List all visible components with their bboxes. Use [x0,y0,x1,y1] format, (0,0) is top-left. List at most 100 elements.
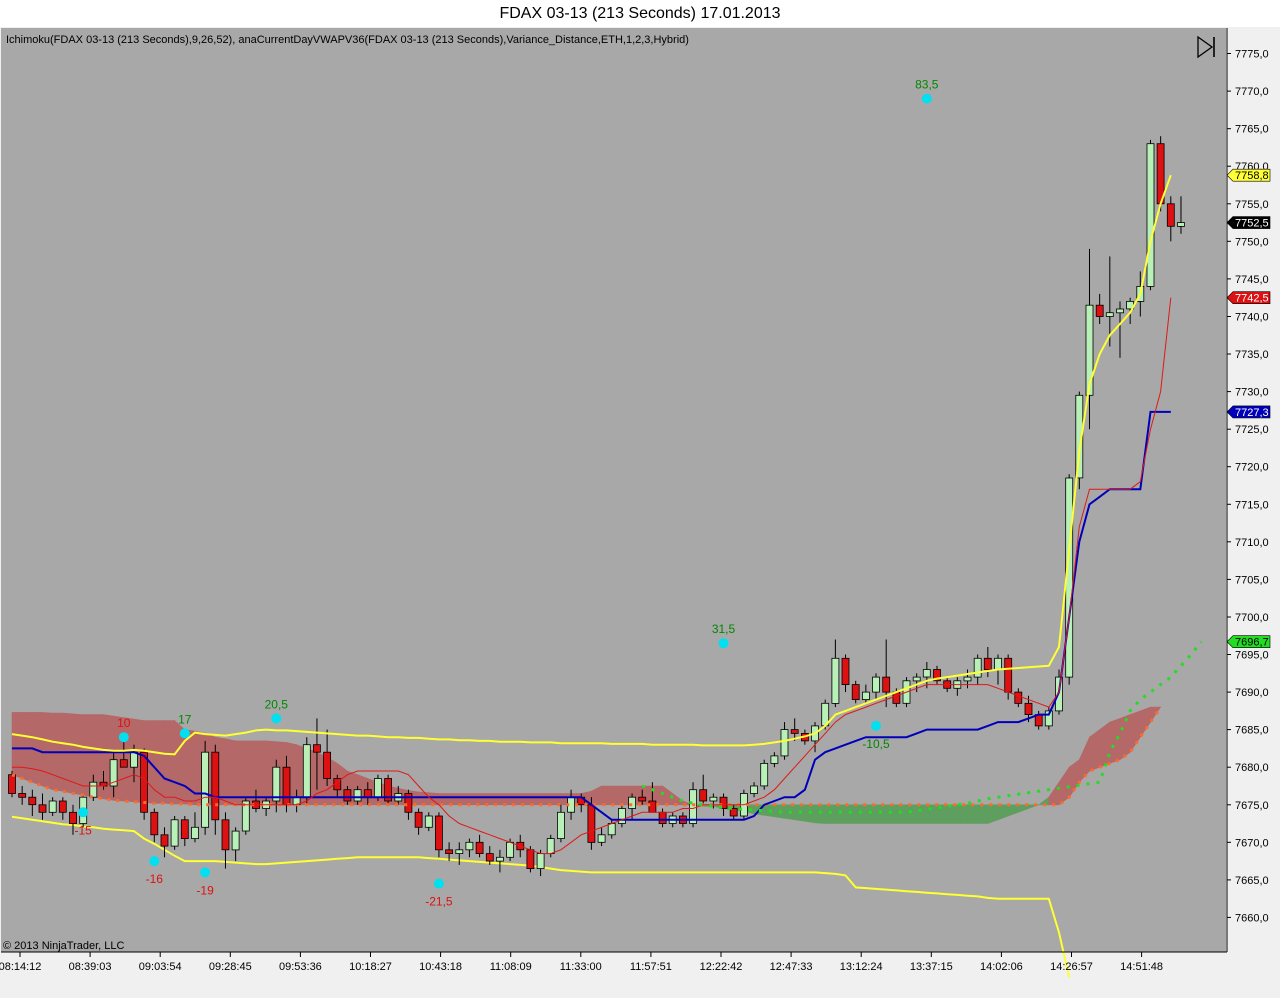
candle-bear [485,853,494,862]
candle-bear [445,849,454,854]
y-tick-label: 7775,0 [1235,49,1269,61]
candle-bear [119,759,128,768]
candle-bear [160,834,169,847]
swing-label: 83,5 [915,78,939,92]
x-tick-label: 12:22:42 [700,961,743,973]
y-tick-label: 7755,0 [1235,199,1269,211]
candle-bear [69,811,77,824]
cloud-segment [875,804,887,824]
candle-bull [231,830,240,851]
cloud-segment [814,804,826,824]
y-tick-label: 7695,0 [1235,650,1269,662]
cloud-segment [1099,721,1111,768]
candle-bear [211,751,220,821]
candle-bull [495,856,504,862]
candle-bear [841,657,850,685]
candle-bear [475,841,484,854]
candle-bull [780,729,789,757]
cloud-segment [519,793,531,806]
cloud-segment [946,804,958,824]
y-tick-label: 7765,0 [1235,124,1269,136]
candle-bear [648,800,657,813]
swing-label: 10 [117,716,131,730]
candle-bear [526,849,535,869]
x-tick-label: 13:12:24 [840,961,883,973]
candle-bull [628,796,636,809]
window-title: FDAX 03-13 (213 Seconds) 17.01.2013 [0,0,1280,28]
y-tick-label: 7685,0 [1235,725,1269,737]
price-marker-label: 7752,5 [1235,218,1269,230]
price-chart[interactable]: 10 -15 -16 17 -19 20,5 -21,5 31,5 -10,5 83,5 7660… [0,27,1280,998]
cloud-segment [550,793,562,806]
cloud-segment [977,804,989,824]
x-tick-label: 09:28:45 [209,961,252,973]
candle-bull [1105,312,1114,317]
candle-bull [506,841,515,858]
candle-bull [424,815,433,828]
candle-bear [58,800,67,813]
y-tick-label: 7670,0 [1235,837,1269,849]
candle-bull [597,834,606,843]
candle-bear [282,766,291,806]
candle-bull [1146,143,1155,287]
candle-bear [8,774,16,794]
candle-bear [1166,203,1175,227]
cloud-segment [601,785,613,806]
cloud-segment [438,793,450,806]
candle-bull [709,796,718,802]
candle-bear [38,804,47,813]
candle-bear [343,789,352,802]
candle-bull [994,657,1002,670]
candle-bear [699,789,708,802]
candle-bear [658,811,667,824]
candle-bull [750,785,758,794]
price-marker-label: 7727,3 [1235,407,1269,419]
cloud-segment [824,804,836,824]
cloud-segment [245,740,257,806]
cloud-segment [489,793,501,806]
x-tick-label: 14:51:48 [1120,961,1163,973]
cloud-segment [225,738,236,806]
cloud-segment [885,804,897,824]
swing-label: 17 [178,712,192,726]
candle-bear [18,793,27,798]
cloud-segment [611,785,623,806]
candle-bear [851,684,860,700]
cloud-segment [11,712,23,779]
candle-bull [373,778,382,798]
candle-bear [1024,702,1033,715]
candle-bull [1116,308,1124,314]
y-tick-label: 7720,0 [1235,462,1269,474]
y-tick-label: 7660,0 [1235,912,1269,924]
cloud-segment [469,793,480,806]
candle-bull [689,789,697,824]
candle-bull [455,849,464,854]
swing-dot [78,807,89,818]
swing-label: -21,5 [425,895,453,909]
plot-area[interactable] [1,28,1226,952]
x-tick-label: 09:03:54 [139,961,182,973]
cloud-segment [855,804,867,824]
candle-bull [191,826,199,839]
swing-label: -10,5 [862,737,890,751]
candle-bear [221,819,230,851]
x-tick-label: 11:33:00 [560,961,602,973]
swing-dot [433,878,444,889]
cloud-segment [1119,714,1131,761]
candle-bull [922,669,931,678]
price-marker-label: 7758,8 [1235,170,1269,182]
x-tick-label: 14:26:57 [1050,961,1093,973]
x-tick-label: 10:18:27 [349,961,392,973]
y-tick-label: 7680,0 [1235,762,1269,774]
candle-bull [862,691,870,700]
candle-bull [607,823,616,836]
candle-bull [770,755,779,764]
skip-forward-icon[interactable] [1194,35,1218,59]
swing-label: -19 [196,883,214,897]
cloud-segment [255,740,267,806]
cloud-segment [479,793,491,806]
swing-dot [200,867,211,878]
indicator-legend: Ichimoku(FDAX 03-13 (213 Seconds),9,26,5… [6,34,689,46]
candle-bear [180,819,189,839]
candle-bull [963,676,972,682]
